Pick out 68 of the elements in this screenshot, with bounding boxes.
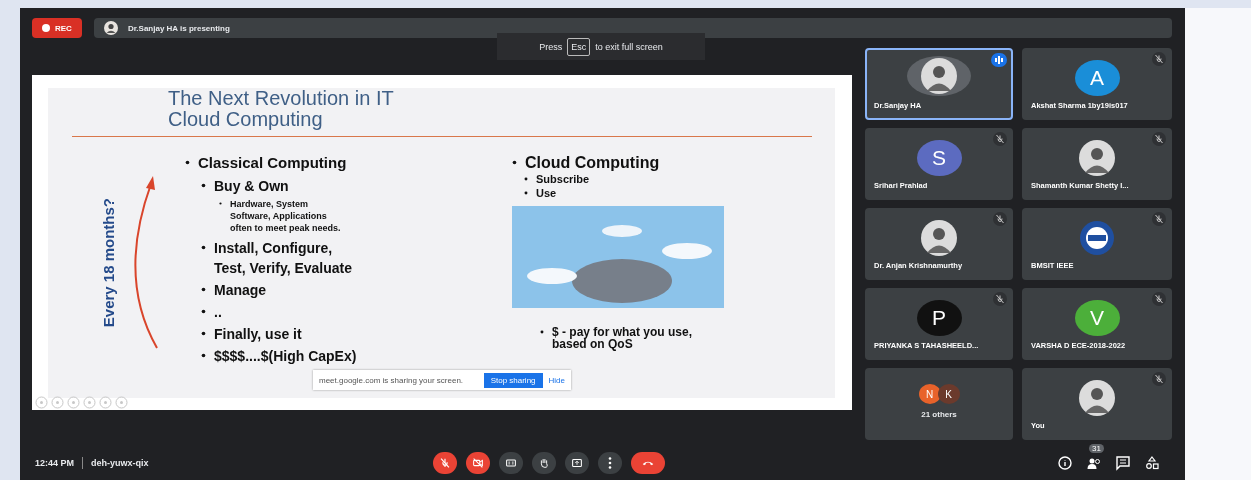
captions-button[interactable] <box>498 452 523 474</box>
bullet-text: Hardware, System Software, Applications often to meet peak needs. <box>230 198 342 234</box>
avatar-icon <box>103 21 118 35</box>
bullet-text: Use <box>536 186 557 200</box>
letter-avatar: V <box>1074 300 1120 336</box>
info-icon <box>1057 455 1073 471</box>
avatar-silhouette <box>1077 380 1117 416</box>
letter-avatar: S <box>916 140 962 176</box>
count-badge: 31 <box>1089 444 1104 453</box>
audio-level-icon <box>991 53 1007 67</box>
letter-avatar: N <box>918 384 941 404</box>
participant-name: 21 others <box>921 410 957 419</box>
bullet-icon <box>219 202 222 205</box>
avatar-silhouette <box>919 220 959 256</box>
bullet-icon <box>524 191 528 195</box>
bullet-text: $$$$....$(High CapEx) <box>214 347 358 366</box>
banner-text: meet.google.com is sharing your screen. <box>319 375 465 385</box>
hint-text: Press <box>539 41 563 52</box>
slide-title: The Next Revolution in IT <box>168 88 395 109</box>
captions-icon <box>503 456 518 470</box>
bullet-text: Cloud Computing <box>525 153 660 172</box>
more-icon <box>607 457 612 469</box>
bullet-text: Buy & Own <box>214 177 290 196</box>
bullet-icon <box>524 177 528 181</box>
more-button[interactable] <box>597 452 622 474</box>
activities-icon <box>1144 455 1160 471</box>
bullet-icon <box>201 353 206 358</box>
bullet-icon <box>201 309 206 314</box>
bullet-text: Finally, use it <box>214 325 303 344</box>
avatar-silhouette <box>1077 140 1117 176</box>
letter-avatar: A <box>1074 60 1120 96</box>
hide-link[interactable]: Hide <box>548 375 565 385</box>
bullet-text: $ - pay for what you use, based on QoS <box>552 326 694 350</box>
bullet-icon <box>185 160 190 165</box>
bullet-text: Install, Configure, Test, Verify, Evaluate <box>214 239 353 278</box>
clock-time: 12:44 PM <box>35 458 75 468</box>
letter-avatar: P <box>916 300 962 336</box>
leave-call-button[interactable] <box>630 452 665 474</box>
side-label: Every 18 months? <box>100 198 117 328</box>
bullet-icon <box>201 287 206 292</box>
letter-avatar: K <box>937 384 960 404</box>
esc-key: Esc <box>567 37 591 56</box>
present-icon <box>569 456 584 470</box>
chat-icon <box>1115 455 1131 471</box>
info-button[interactable] <box>1057 455 1073 471</box>
bullet-text: Subscribe <box>536 172 590 186</box>
camera-off-icon <box>470 456 485 470</box>
slide-title: Cloud Computing <box>168 109 324 130</box>
camera-button[interactable] <box>465 452 490 474</box>
recording-button[interactable]: REC <box>32 18 82 38</box>
stop-sharing-button[interactable]: Stop sharing <box>483 372 543 388</box>
bullet-icon <box>201 183 206 188</box>
hint-text: to exit full screen <box>595 41 663 52</box>
bullet-icon <box>201 245 206 250</box>
bullet-icon <box>201 331 206 336</box>
bullet-text: Manage <box>214 281 268 300</box>
hand-button[interactable] <box>531 452 556 474</box>
present-button[interactable] <box>564 452 589 474</box>
meeting-code: deh-yuwx-qix <box>91 458 149 468</box>
badge-logo-icon <box>1077 220 1117 256</box>
bullet-icon <box>540 330 544 334</box>
chat-button[interactable] <box>1115 455 1131 471</box>
bullet-text: .. <box>214 303 223 322</box>
bullet-icon <box>512 160 517 165</box>
bullet-text: Classical Computing <box>198 153 347 172</box>
presenter-text: Dr.Sanjay HA is presenting <box>127 23 230 33</box>
activities-button[interactable] <box>1144 455 1160 471</box>
mic-button[interactable] <box>432 452 457 474</box>
